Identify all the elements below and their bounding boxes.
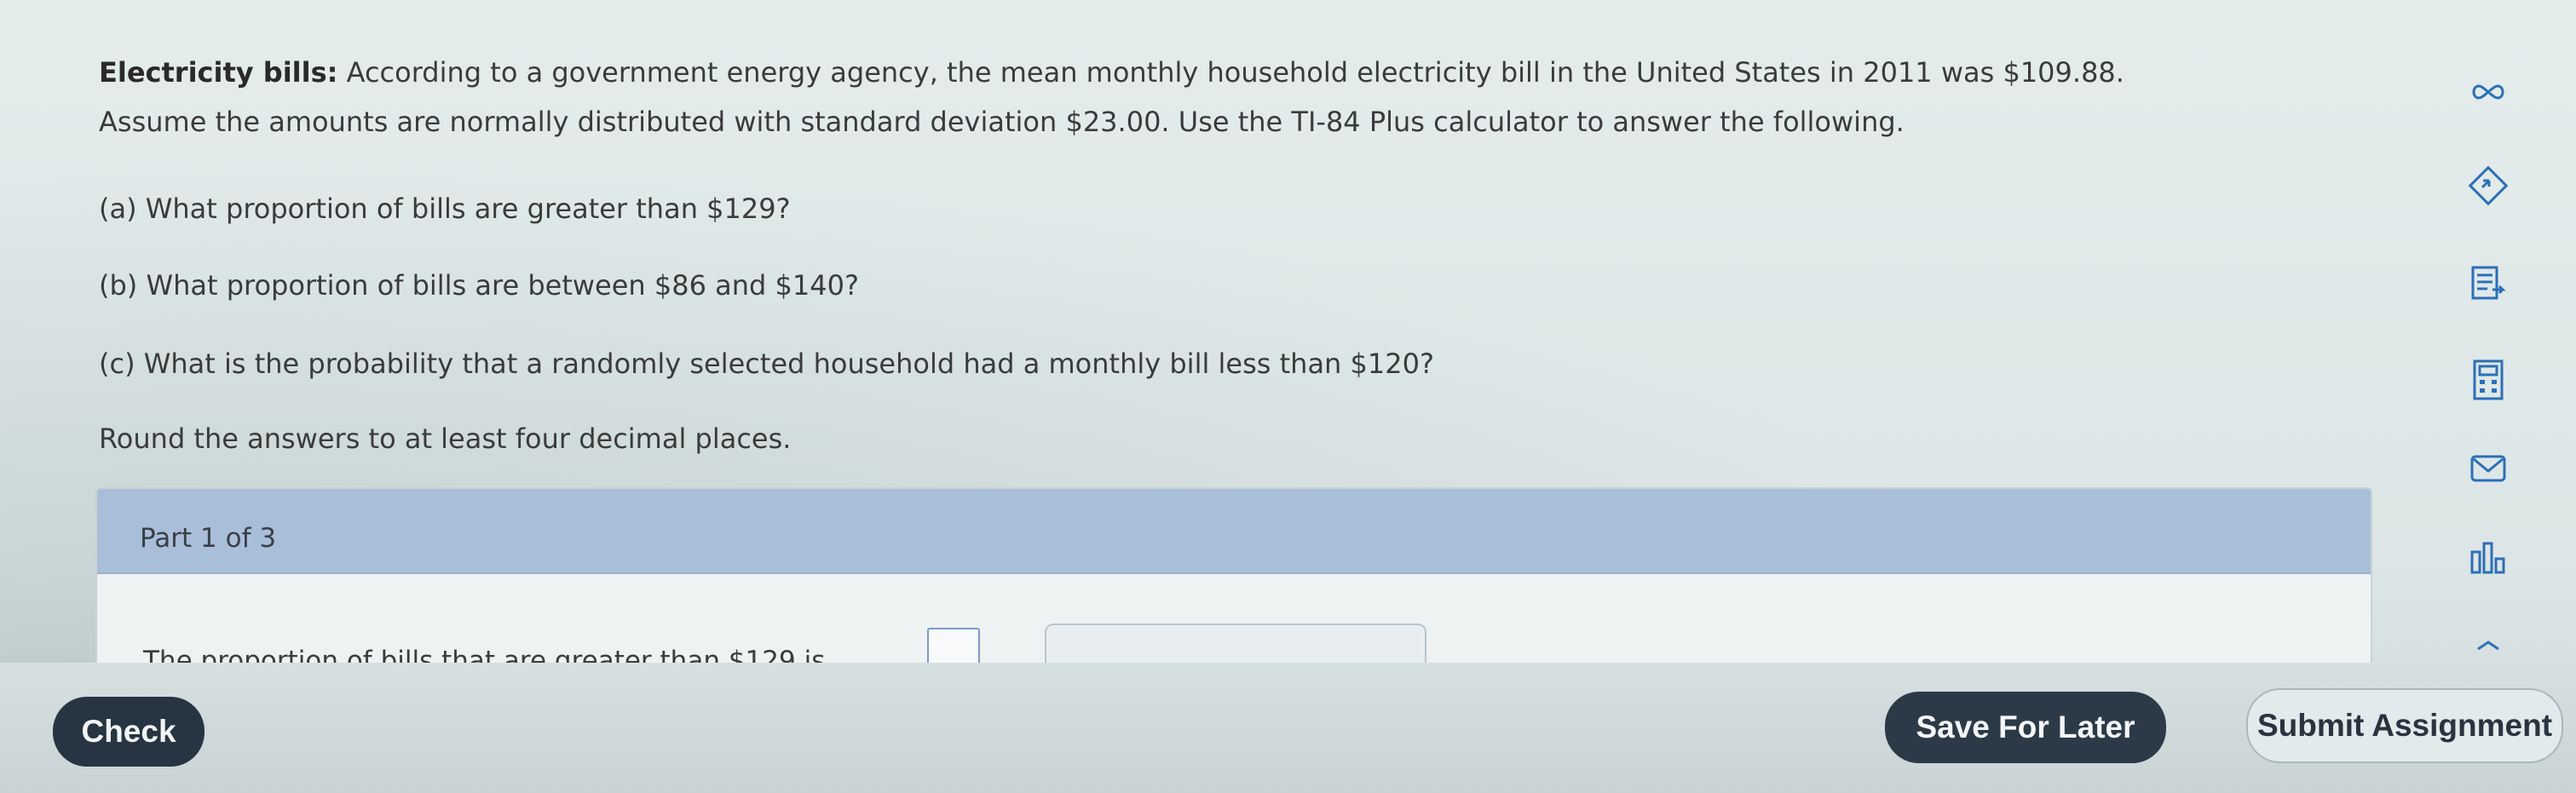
- problem-title: Electricity bills:: [99, 56, 338, 89]
- question-b: (b) What proportion of bills are between…: [99, 269, 859, 302]
- check-button[interactable]: Check: [53, 697, 205, 767]
- infinity-icon[interactable]: [2464, 68, 2512, 116]
- screen: Electricity bills: According to a govern…: [0, 0, 2576, 793]
- part-header: Part 1 of 3: [97, 489, 2371, 574]
- side-toolbar: [2454, 51, 2522, 664]
- part-label: Part 1 of 3: [140, 523, 277, 554]
- question-c: (c) What is the probability that a rando…: [99, 348, 1434, 380]
- read-icon[interactable]: [2464, 260, 2512, 307]
- data-icon[interactable]: [2464, 535, 2512, 583]
- bottom-action-bar: [0, 663, 2576, 793]
- guided-solution-icon[interactable]: [2464, 162, 2512, 210]
- more-icon[interactable]: [2464, 630, 2512, 656]
- rounding-note: Round the answers to at least four decim…: [99, 422, 792, 455]
- save-for-later-button[interactable]: Save For Later: [1885, 692, 2166, 763]
- question-a: (a) What proportion of bills are greater…: [99, 193, 791, 225]
- problem-line-1-text: According to a government energy agency,…: [346, 56, 2124, 89]
- mail-icon[interactable]: [2464, 445, 2512, 492]
- submit-assignment-button[interactable]: Submit Assignment: [2246, 688, 2563, 763]
- problem-line-2: Assume the amounts are normally distribu…: [99, 106, 1905, 138]
- calculator-icon[interactable]: [2464, 356, 2512, 404]
- problem-line-1: Electricity bills: According to a govern…: [99, 56, 2124, 89]
